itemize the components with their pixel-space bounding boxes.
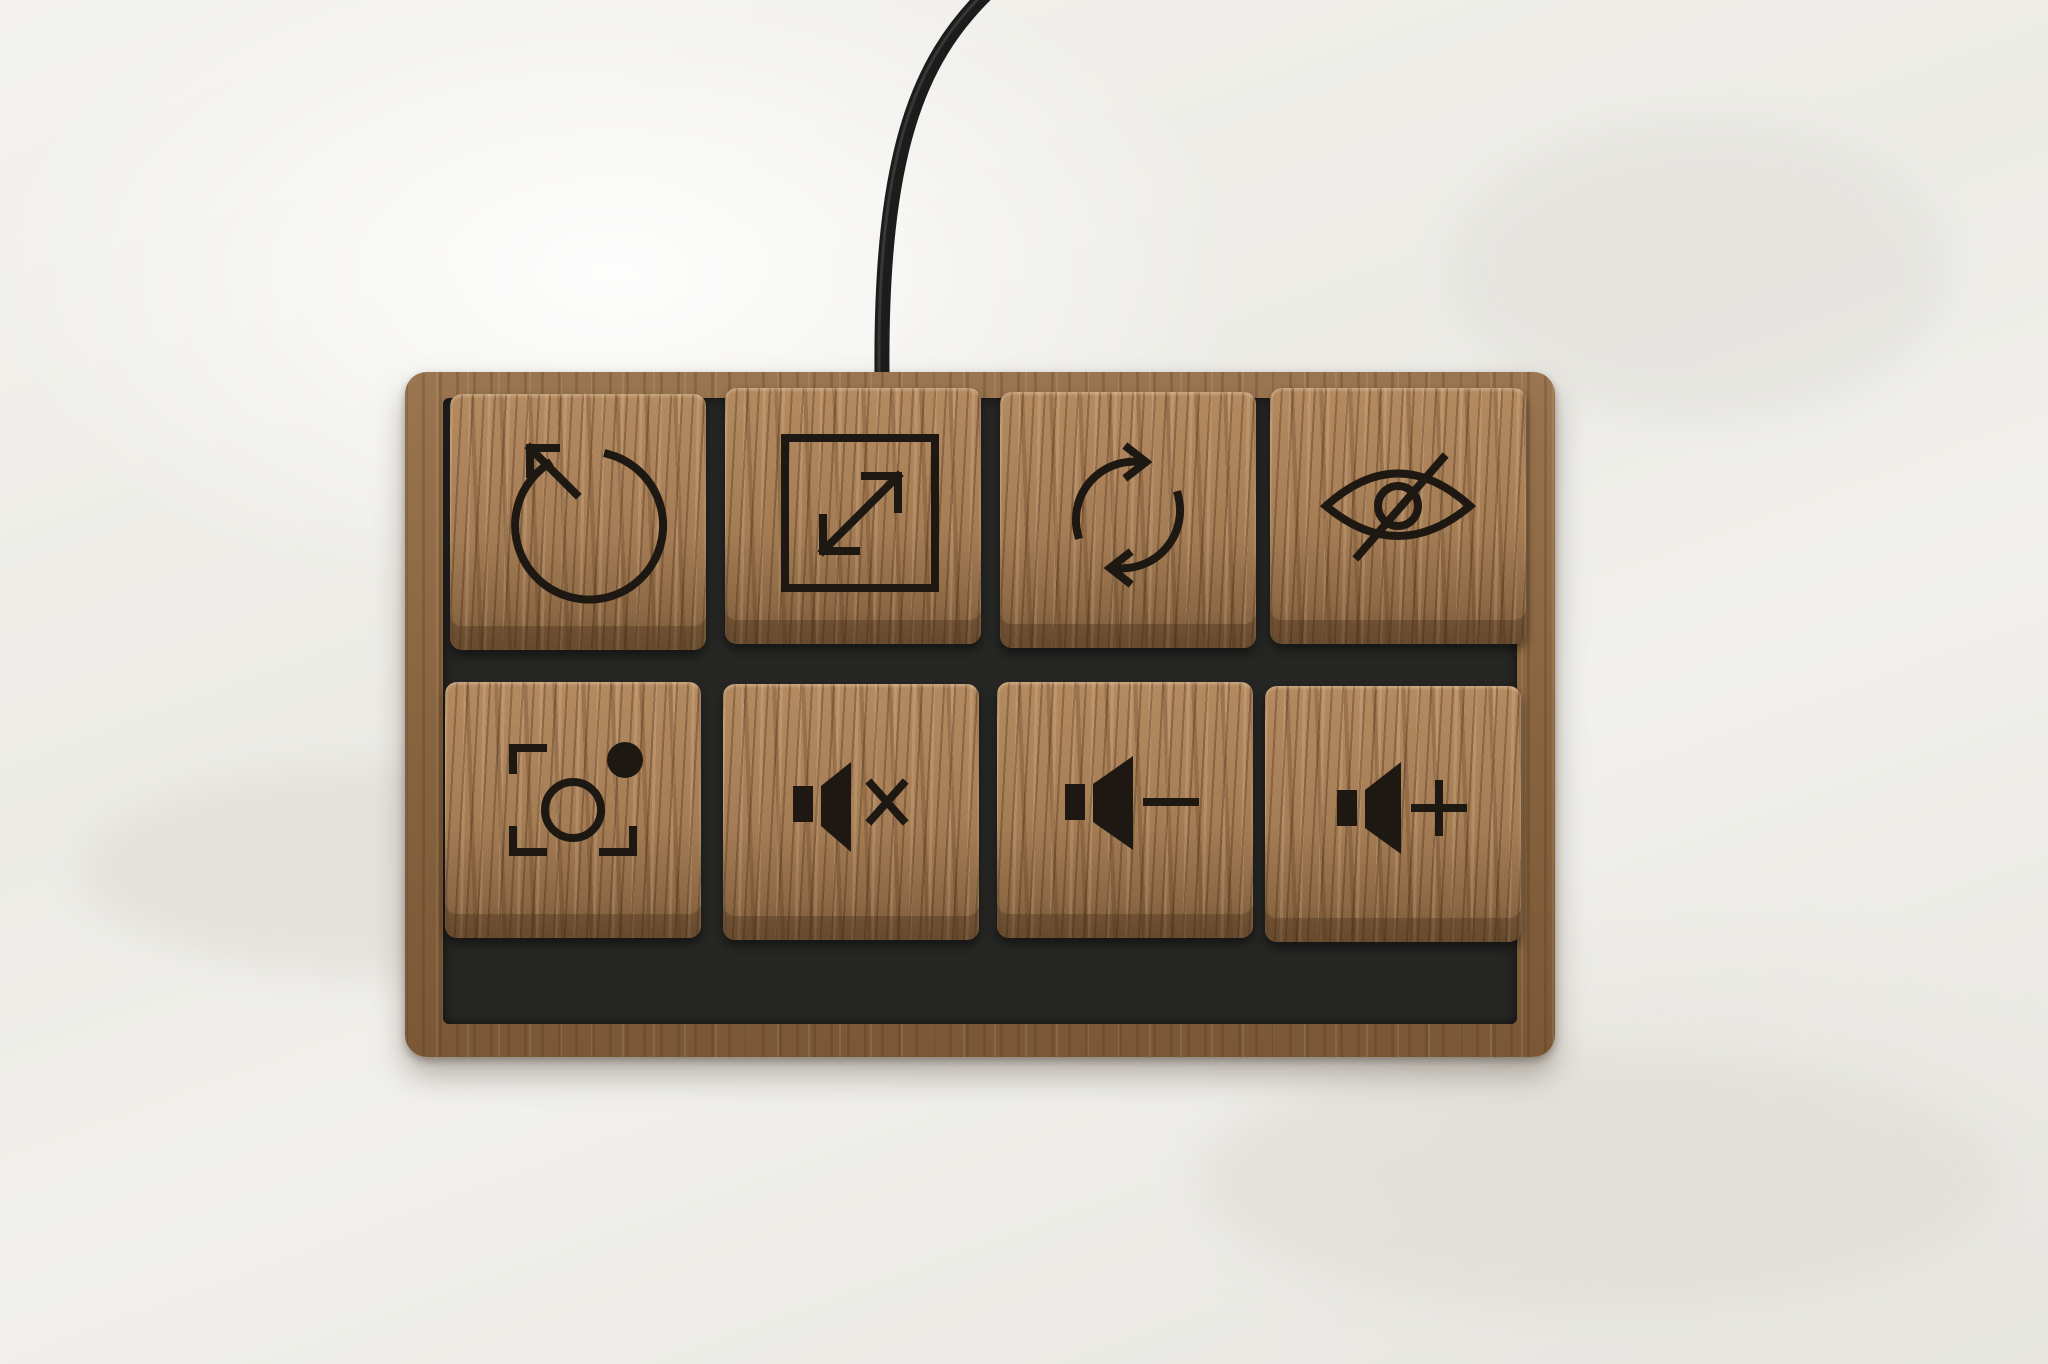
key-hide[interactable]	[1270, 388, 1526, 644]
key-mute[interactable]	[723, 684, 979, 940]
key-volume-up[interactable]	[1265, 686, 1521, 942]
macropad	[405, 372, 1555, 1057]
volume-up-icon	[1337, 762, 1467, 854]
screenshot-icon	[509, 742, 643, 856]
volume-mute-icon	[793, 762, 909, 852]
key-fullscreen[interactable]	[725, 388, 981, 644]
key-restart[interactable]	[450, 394, 706, 650]
fullscreen-expand-icon	[781, 434, 939, 592]
volume-down-icon	[1065, 756, 1199, 850]
key-refresh[interactable]	[1000, 392, 1256, 648]
key-volume-down[interactable]	[997, 682, 1253, 938]
usb-cable	[874, 0, 991, 375]
eye-hidden-icon	[1319, 452, 1477, 562]
refresh-icon	[1072, 442, 1184, 588]
key-screenshot[interactable]	[445, 682, 701, 938]
cloth-fold	[1200, 1050, 2000, 1310]
restart-icon	[511, 442, 668, 604]
